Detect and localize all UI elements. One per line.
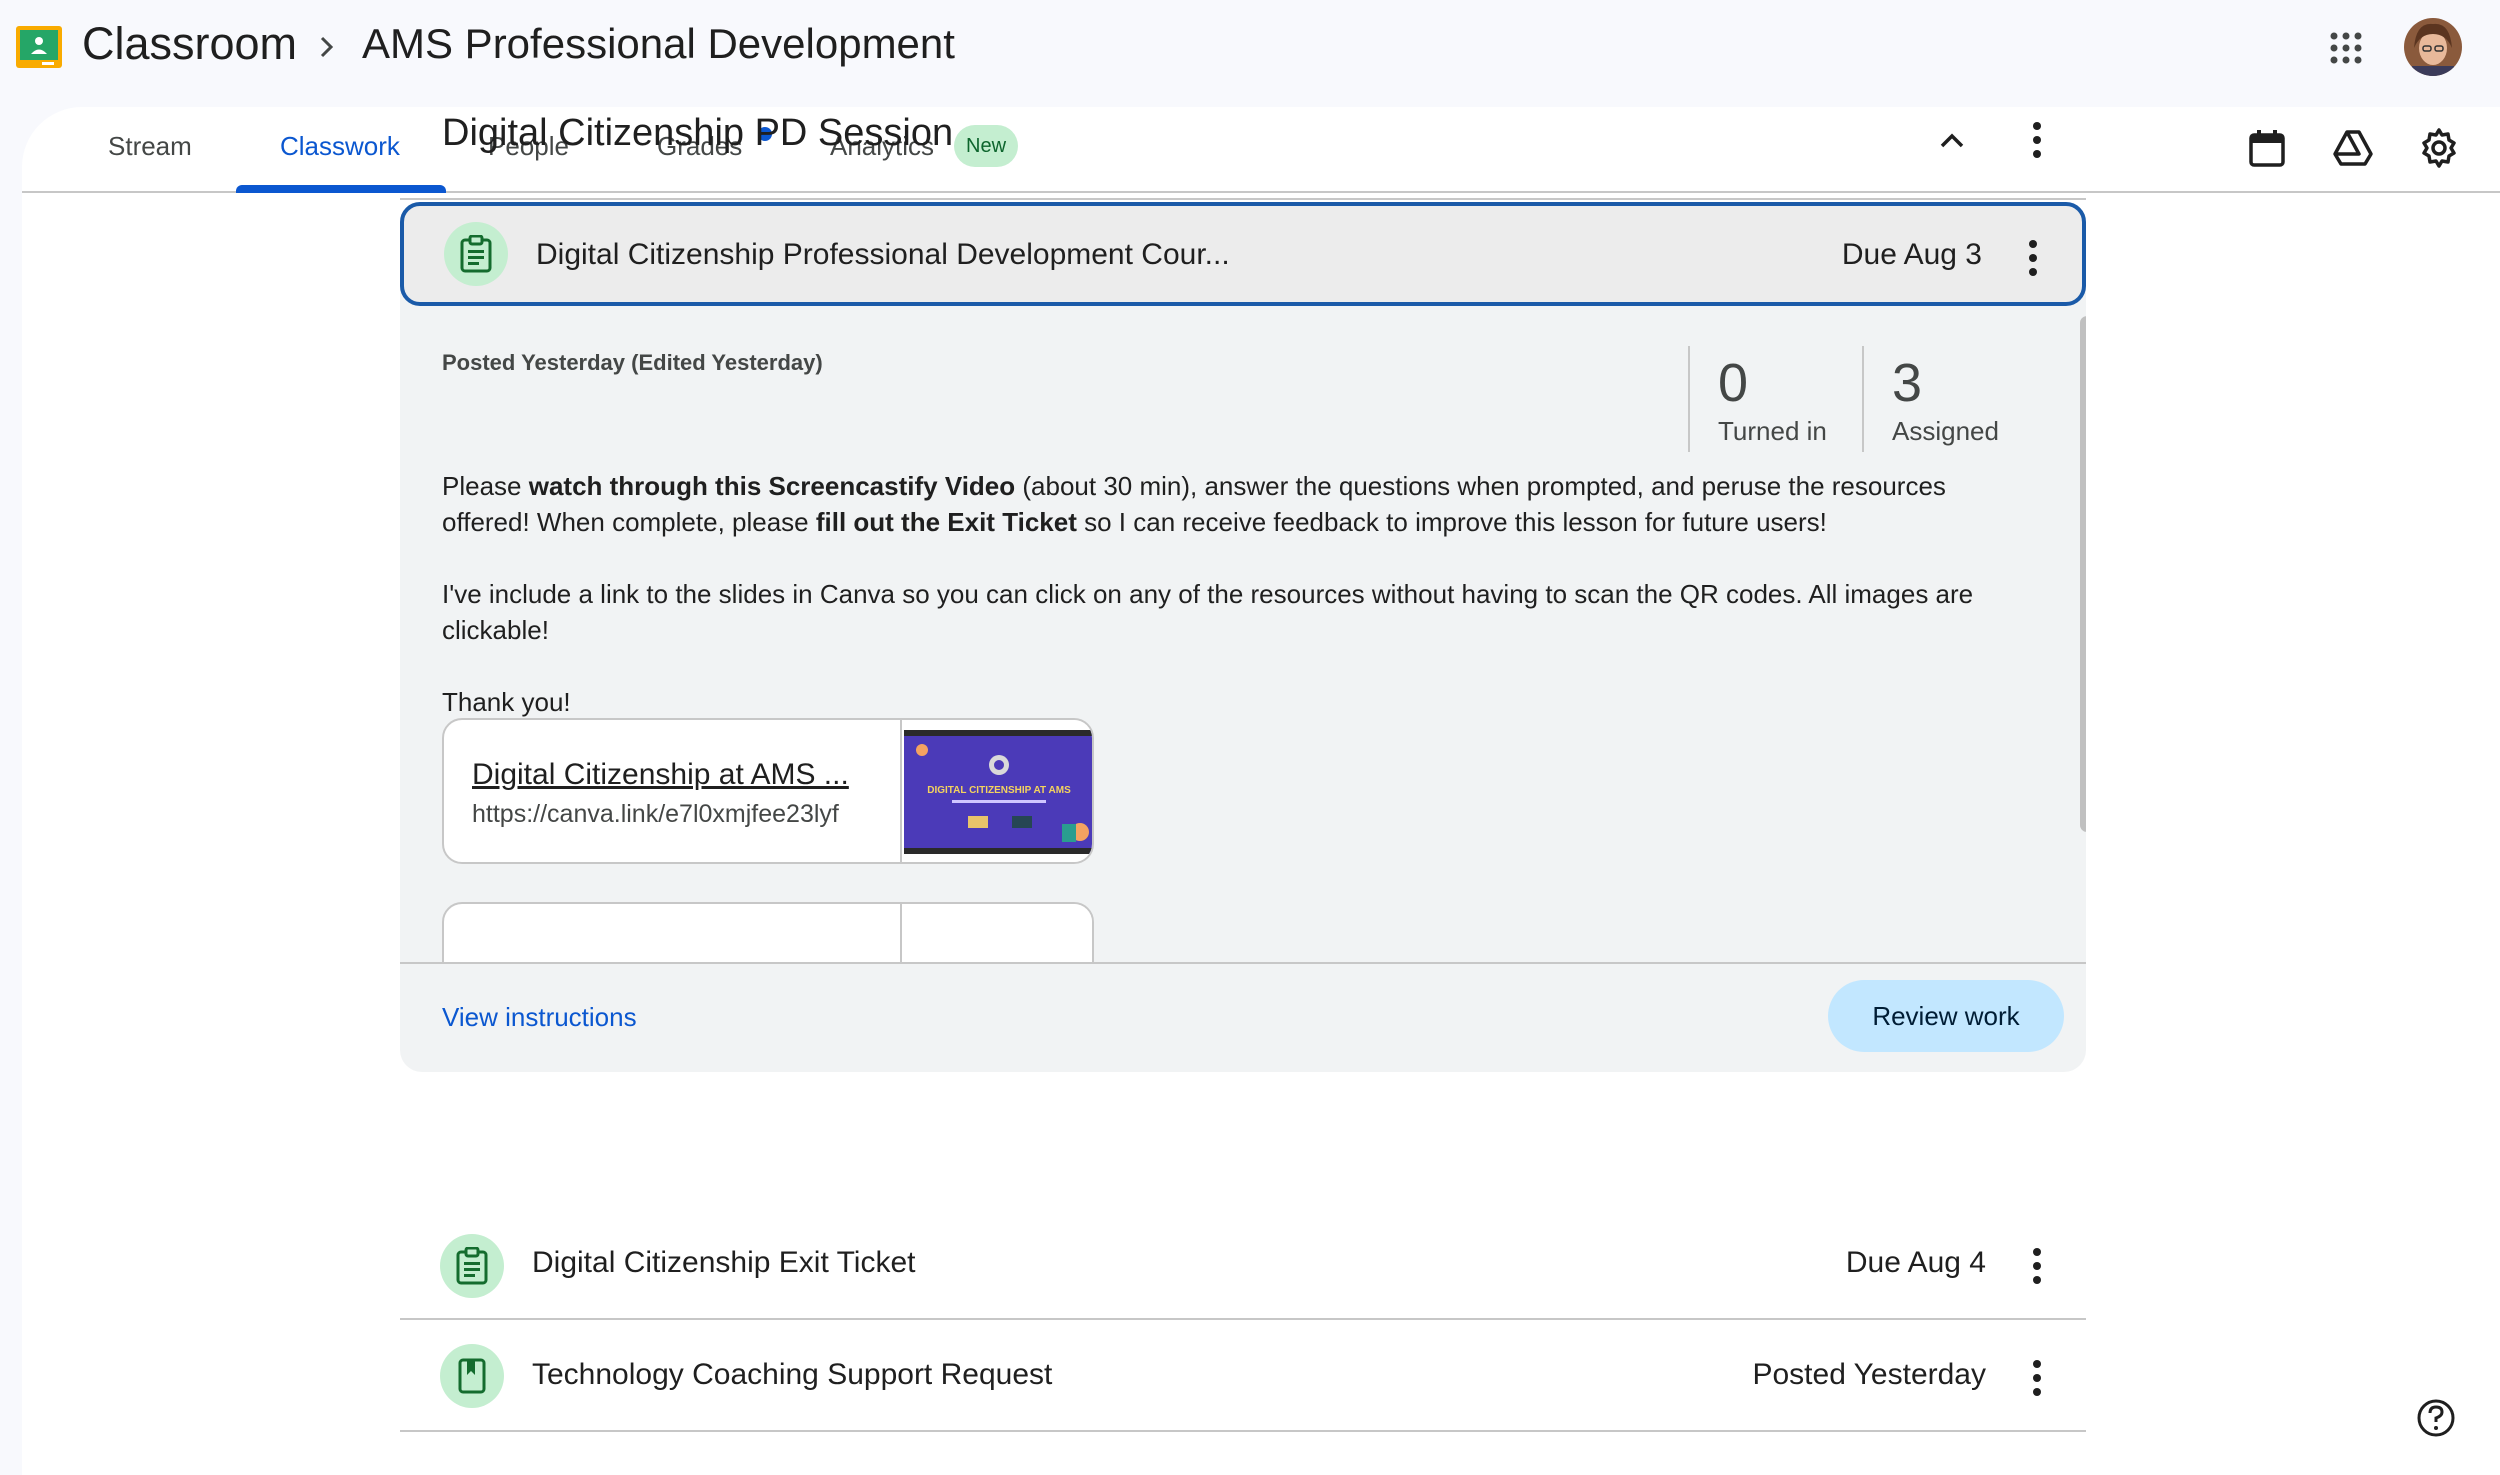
item-title[interactable]: Technology Coaching Support Request (532, 1358, 1052, 1392)
turned-in-count[interactable]: 0 (1718, 352, 1748, 414)
chevron-right-icon (320, 36, 334, 58)
attachment-card[interactable]: Digital Citizenship at AMS ... https://c… (442, 718, 1094, 864)
assignment-more-options-icon[interactable] (2026, 236, 2040, 280)
course-title[interactable]: AMS Professional Development (362, 20, 955, 68)
review-work-button[interactable]: Review work (1828, 980, 2064, 1052)
stat-divider (1688, 346, 1690, 452)
tab-bar: Stream Classwork People Grades Analytics… (22, 107, 2500, 193)
attachment-card[interactable] (442, 902, 1094, 962)
item-posted: Posted Yesterday (1752, 1358, 1986, 1391)
description-paragraph: I've include a link to the slides in Can… (442, 579, 1974, 645)
assigned-label: Assigned (1892, 416, 1999, 446)
posted-timestamp: Posted Yesterday (Edited Yesterday) (442, 350, 823, 375)
classwork-item[interactable]: Digital Citizenship Exit Ticket Due Aug … (400, 1210, 2086, 1320)
assignment-due: Due Aug 3 (1841, 238, 1982, 271)
item-more-options-icon[interactable] (2030, 1356, 2044, 1400)
assignment-header[interactable]: Digital Citizenship Professional Develop… (400, 202, 2086, 306)
google-drive-icon[interactable] (2332, 127, 2374, 169)
details-scrollbar[interactable] (2080, 316, 2086, 832)
assignment-title[interactable]: Digital Citizenship Professional Develop… (536, 238, 1230, 272)
avatar[interactable] (2404, 18, 2462, 76)
calendar-icon[interactable] (2246, 127, 2288, 169)
turned-in-label: Turned in (1718, 416, 1827, 446)
tab-classwork[interactable]: Classwork (280, 131, 400, 162)
apps-grid-icon[interactable] (2328, 30, 2364, 66)
item-more-options-icon[interactable] (2030, 1244, 2044, 1288)
thumbnail-title: DIGITAL CITIZENSHIP AT AMS (927, 785, 1071, 796)
attachment-url: https://canva.link/e7l0xmjfee23lyf (472, 800, 839, 828)
description-paragraph: Please watch through this Screencastify … (442, 471, 1946, 537)
assignment-details: Posted Yesterday (Edited Yesterday) 0 Tu… (400, 312, 2086, 962)
item-due: Due Aug 4 (1845, 1246, 1986, 1279)
stat-divider (1862, 346, 1864, 452)
top-bar: Classroom AMS Professional Development (0, 0, 2500, 100)
description-paragraph: Thank you! (442, 687, 571, 717)
classroom-logo-icon[interactable] (16, 26, 62, 68)
classwork-item[interactable]: Technology Coaching Support Request Post… (400, 1322, 2086, 1432)
topic-divider (400, 198, 2086, 200)
help-icon[interactable] (2416, 1398, 2456, 1438)
tab-stream[interactable]: Stream (108, 131, 192, 162)
view-instructions-link[interactable]: View instructions (442, 1002, 637, 1033)
item-title[interactable]: Digital Citizenship Exit Ticket (532, 1246, 915, 1280)
app-title[interactable]: Classroom (82, 18, 297, 70)
topic-more-options-icon[interactable] (2030, 118, 2044, 162)
material-bookmark-icon (440, 1344, 504, 1408)
attachment-thumbnail[interactable]: DIGITAL CITIZENSHIP AT AMS (900, 720, 1092, 862)
chevron-up-icon[interactable] (1932, 120, 1972, 160)
assignment-icon (444, 222, 508, 286)
topic-title: Digital Citizenship PD Session (442, 112, 954, 154)
assignment-icon (440, 1234, 504, 1298)
attachment-thumbnail[interactable] (900, 904, 1092, 962)
assignment-footer: View instructions Review work (400, 962, 2086, 1072)
settings-gear-icon[interactable] (2418, 127, 2460, 169)
active-tab-indicator (236, 185, 446, 193)
new-badge: New (954, 125, 1019, 167)
assignment-card-expanded: Digital Citizenship Professional Develop… (400, 202, 2086, 1072)
assignment-description: Please watch through this Screencastify … (442, 468, 2002, 756)
assigned-count[interactable]: 3 (1892, 352, 1922, 414)
attachment-title[interactable]: Digital Citizenship at AMS ... (472, 758, 849, 792)
